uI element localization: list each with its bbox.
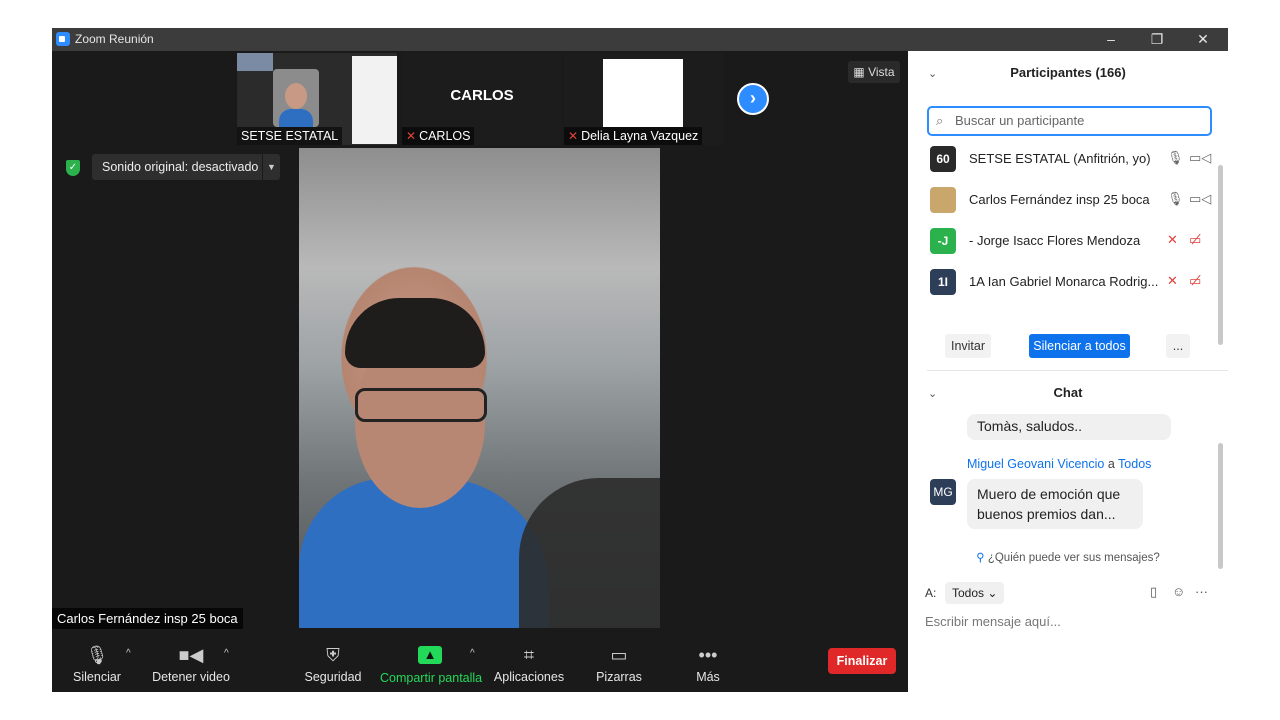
- video-figure: [345, 298, 485, 368]
- webcam-preview: [273, 69, 319, 127]
- title-bar: Zoom Reunión – ❐ ✕: [52, 28, 1228, 51]
- participants-title: Participantes (166): [1010, 65, 1126, 80]
- recipient-name[interactable]: Todos: [1118, 457, 1151, 471]
- more-dots-icon: •••: [698, 645, 718, 665]
- whiteboards-button[interactable]: ▭ Pizarras: [592, 636, 646, 692]
- stop-video-button[interactable]: ■◀ Detener video: [152, 636, 230, 692]
- avatar: -J: [930, 228, 956, 254]
- mute-button[interactable]: 🎙︎ Silenciar: [68, 636, 126, 692]
- participant-row[interactable]: 1I 1A Ian Gabriel Monarca Rodrig... ✕ ▭̸: [930, 268, 1210, 298]
- recipient-select[interactable]: Todos ⌄: [945, 582, 1004, 604]
- thumbnail-label: SETSE ESTATAL: [237, 127, 343, 145]
- end-meeting-button[interactable]: Finalizar: [828, 648, 896, 674]
- thumbnail-label: ✕ CARLOS: [402, 127, 475, 145]
- thumbnail-delia[interactable]: ✕ Delia Layna Vazquez: [564, 53, 724, 145]
- to-label: A:: [925, 586, 937, 600]
- security-shield-icon: ✓: [66, 160, 80, 176]
- microphone-icon: 🎙︎: [85, 645, 109, 665]
- participant-row[interactable]: 60 SETSE ESTATAL (Anfitrión, yo) 🎙︎ ▭◁: [930, 145, 1211, 175]
- file-icon[interactable]: ▯: [1150, 584, 1157, 600]
- participant-search-input[interactable]: ⌕ Buscar un participante: [927, 106, 1212, 136]
- video-camera-icon: ■◀: [178, 645, 204, 665]
- filmstrip: SETSE ESTATAL CARLOS ✕ CARLOS ✕ Delia Layn…: [52, 51, 908, 147]
- participant-name: - Jorge Isacc Flores Mendoza: [969, 233, 1141, 248]
- chat-title: Chat: [1053, 385, 1083, 400]
- mic-muted-icon: ✕: [406, 129, 417, 143]
- participant-row[interactable]: Carlos Fernández insp 25 boca 🎙︎ ▭◁: [930, 186, 1211, 216]
- microphone-icon[interactable]: 🎙︎: [1167, 150, 1184, 166]
- participant-row[interactable]: -J - Jorge Isacc Flores Mendoza ✕ ▭̸: [930, 227, 1210, 257]
- side-panel: ⌄ Participantes (166) ⌕ Buscar un partic…: [908, 51, 1228, 692]
- divider: [927, 370, 1228, 371]
- chevron-up-icon[interactable]: ^: [470, 648, 475, 659]
- apps-button[interactable]: ⌗ Aplicaciones: [492, 636, 566, 692]
- share-arrow-icon: ▲: [418, 646, 442, 664]
- invite-button[interactable]: Invitar: [945, 334, 991, 358]
- chevron-up-icon[interactable]: ^: [126, 648, 131, 659]
- chevron-up-icon[interactable]: ^: [224, 648, 229, 659]
- thumbnail-label: ✕ Delia Layna Vazquez: [564, 127, 703, 145]
- grid-icon: ▦: [853, 65, 869, 79]
- participants-more-button[interactable]: ...: [1166, 334, 1190, 358]
- avatar: 1I: [930, 269, 956, 295]
- who-can-see-link[interactable]: ⚲ ¿Quién puede ver sus mensajes?: [908, 550, 1228, 564]
- avatar: MG: [930, 479, 956, 505]
- chat-message-bubble: Tomàs, saludos..: [967, 414, 1171, 440]
- participants-scrollbar[interactable]: [1218, 165, 1223, 345]
- avatar: 60: [930, 146, 956, 172]
- participant-name: 1A Ian Gabriel Monarca Rodrig...: [969, 274, 1159, 289]
- emoji-icon[interactable]: ☺: [1172, 584, 1185, 599]
- video-figure: [355, 388, 487, 422]
- participant-name-tile: CARLOS: [450, 87, 514, 104]
- avatar: [930, 187, 956, 213]
- document-preview: [352, 56, 397, 144]
- mute-all-button[interactable]: Silenciar a todos: [1029, 334, 1130, 358]
- white-video-tile: [603, 59, 683, 127]
- participant-name: Carlos Fernández insp 25 boca: [969, 192, 1150, 207]
- restore-button[interactable]: ❐: [1134, 28, 1180, 51]
- mic-muted-icon: ✕: [568, 129, 579, 143]
- next-page-button[interactable]: ›: [737, 83, 769, 115]
- meeting-stage: SETSE ESTATAL CARLOS ✕ CARLOS ✕ Delia Layn…: [52, 51, 908, 692]
- more-dots-icon[interactable]: ···: [1195, 584, 1208, 599]
- chat-message-input[interactable]: Escribir mensaje aquí...: [925, 614, 1061, 629]
- shield-icon: ⛨: [326, 645, 340, 665]
- zoom-window: Zoom Reunión – ❐ ✕ SETSE ESTATAL CARLOS …: [52, 28, 1228, 692]
- video-off-icon[interactable]: ▭̸: [1189, 273, 1201, 289]
- video-camera-icon[interactable]: ▭◁: [1189, 150, 1211, 166]
- security-button[interactable]: ⛨ Seguridad: [304, 636, 362, 692]
- search-icon: ⌕: [936, 113, 944, 128]
- shared-screen-preview: [237, 53, 273, 71]
- video-off-icon[interactable]: ▭̸: [1189, 232, 1201, 248]
- participant-name: SETSE ESTATAL (Anfitrión, yo): [969, 151, 1151, 166]
- chat-message-bubble: Muero de emoción que buenos premios dan.…: [967, 479, 1143, 529]
- close-button[interactable]: ✕: [1180, 28, 1226, 51]
- active-speaker-video: [299, 148, 660, 628]
- view-button[interactable]: ▦ Vista: [848, 61, 900, 83]
- original-sound-toggle[interactable]: Sonido original: desactivado ▼: [92, 154, 280, 180]
- mic-muted-icon[interactable]: ✕: [1167, 273, 1178, 289]
- meeting-toolbar: 🎙︎ Silenciar ^ ■◀ Detener video ^ ⛨ Segu…: [52, 636, 908, 692]
- whiteboard-icon: ▭: [610, 645, 628, 665]
- share-screen-button[interactable]: ▲ Compartir pantalla: [380, 636, 482, 692]
- mic-muted-icon[interactable]: ✕: [1167, 232, 1178, 248]
- chevron-down-icon[interactable]: ▼: [262, 154, 280, 180]
- video-camera-icon[interactable]: ▭◁: [1189, 191, 1211, 207]
- more-button[interactable]: ••• Más: [686, 636, 730, 692]
- person-lock-icon: ⚲: [976, 552, 988, 564]
- minimize-button[interactable]: –: [1088, 28, 1134, 51]
- sender-name[interactable]: Miguel Geovani Vicencio: [967, 457, 1104, 471]
- window-title: Zoom Reunión: [75, 32, 154, 46]
- speaker-name-label: Carlos Fernández insp 25 boca: [52, 608, 243, 629]
- chevron-down-icon: ⌄: [987, 586, 998, 600]
- thumbnail-carlos[interactable]: CARLOS ✕ CARLOS: [402, 53, 562, 145]
- video-figure: [519, 478, 660, 628]
- microphone-icon[interactable]: 🎙︎: [1167, 191, 1184, 207]
- thumbnail-setse[interactable]: SETSE ESTATAL: [237, 53, 397, 145]
- zoom-logo-icon: [56, 32, 70, 46]
- apps-icon: ⌗: [523, 645, 535, 665]
- chat-sender-line: Miguel Geovani Vicencio a Todos: [967, 457, 1152, 471]
